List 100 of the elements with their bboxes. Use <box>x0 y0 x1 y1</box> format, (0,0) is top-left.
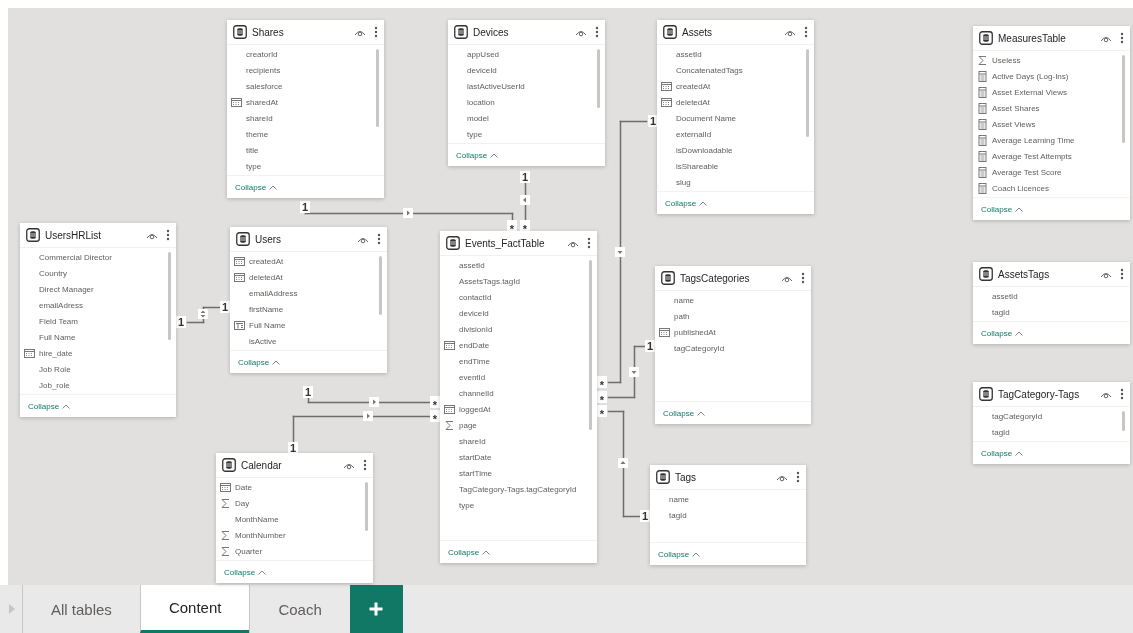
field-name[interactable]: title <box>246 145 259 155</box>
field-name[interactable]: tagId <box>669 510 687 520</box>
field-name[interactable]: firstName <box>249 304 284 314</box>
collapse-button[interactable]: Collapse <box>663 408 706 418</box>
table-card[interactable]: Devices appUsed deviceId lastActiveUserId location model type Collapse <box>448 20 605 166</box>
field-name[interactable]: tagId <box>992 427 1010 437</box>
field-name[interactable]: deletedAt <box>249 272 283 282</box>
field-name[interactable]: isShareable <box>676 161 719 171</box>
field-name[interactable]: TagCategory-Tags.tagCategoryId <box>459 484 577 494</box>
field-name[interactable]: Job_role <box>39 380 70 390</box>
field-name[interactable]: location <box>467 97 495 107</box>
collapse-button[interactable]: Collapse <box>224 567 267 577</box>
field-name[interactable]: assetId <box>676 49 702 59</box>
field-name[interactable]: appUsed <box>467 49 500 59</box>
field-name[interactable]: Field Team <box>39 316 78 326</box>
field-name[interactable]: divisionId <box>459 324 493 334</box>
table-card[interactable]: AssetsTags assetId tagId Collapse <box>973 262 1130 344</box>
field-name[interactable]: lastActiveUserId <box>467 81 525 91</box>
field-name[interactable]: Commercial Director <box>39 252 112 262</box>
field-name[interactable]: type <box>246 161 262 171</box>
field-name[interactable]: ConcatenatedTags <box>676 65 743 75</box>
field-name[interactable]: Direct Manager <box>39 284 94 294</box>
field-name[interactable]: startTime <box>459 468 493 478</box>
field-name[interactable]: Full Name <box>39 332 76 342</box>
field-name[interactable]: hire_date <box>39 348 73 358</box>
field-name[interactable]: tagCategoryId <box>674 343 725 353</box>
field-name[interactable]: name <box>674 295 694 305</box>
field-name[interactable]: assetId <box>459 260 485 270</box>
field-name[interactable]: emailAdress <box>39 300 83 310</box>
field-name[interactable]: Job Role <box>39 364 71 374</box>
table-card[interactable]: TagCategory-Tags tagCategoryId tagId Collapse <box>973 382 1130 464</box>
field-name[interactable]: Average Learning Time <box>992 135 1075 145</box>
field-name[interactable]: Average Test Score <box>992 167 1062 177</box>
field-name[interactable]: creatorId <box>246 49 278 59</box>
field-name[interactable]: Day <box>235 498 250 508</box>
field-name[interactable]: endDate <box>459 340 490 350</box>
field-name[interactable]: Date <box>235 482 252 492</box>
field-name[interactable]: Coach Licences <box>992 183 1049 193</box>
collapse-button[interactable]: Collapse <box>448 547 491 557</box>
field-name[interactable]: Useless <box>992 55 1021 65</box>
field-name[interactable]: Active Days (Log-Ins) <box>992 71 1069 81</box>
field-name[interactable]: recipients <box>246 65 281 75</box>
field-name[interactable]: sharedAt <box>246 97 279 107</box>
field-name[interactable]: eventId <box>459 372 486 382</box>
collapse-button[interactable]: Collapse <box>665 198 708 208</box>
field-name[interactable]: loggedAt <box>459 404 491 414</box>
field-name[interactable]: Quarter <box>235 546 263 556</box>
field-name[interactable]: deletedAt <box>676 97 710 107</box>
field-name[interactable]: shareId <box>246 113 273 123</box>
field-name[interactable]: page <box>459 420 477 430</box>
table-card[interactable]: Users createdAt deletedAt emailAddress firstName Full Name isActive Collapse <box>230 227 387 373</box>
collapse-button[interactable]: Collapse <box>238 357 281 367</box>
collapse-button[interactable]: Collapse <box>981 328 1024 338</box>
field-name[interactable]: assetId <box>992 291 1018 301</box>
table-card[interactable]: Assets assetId ConcatenatedTags createdAt deletedAt Document Name externalId isDownloadable isShareable slug Collapse <box>657 20 814 214</box>
table-card[interactable]: Tags name tagId Collapse <box>650 465 806 565</box>
collapse-button[interactable]: Collapse <box>981 448 1024 458</box>
field-name[interactable]: path <box>674 311 690 321</box>
field-name[interactable]: isDownloadable <box>676 145 733 155</box>
table-card[interactable]: TagsCategories name path publishedAt tagCategoryId Collapse <box>655 266 811 424</box>
field-name[interactable]: model <box>467 113 489 123</box>
collapse-button[interactable]: Collapse <box>981 204 1024 214</box>
table-card[interactable]: MeasuresTable Useless Active Days (Log-Ins) Asset External Views Asset Shares Asset Views Average Learning Time Average Test Attempts Average Test Score Coach Licences Collapse <box>973 26 1130 220</box>
field-name[interactable]: tagCategoryId <box>992 411 1043 421</box>
field-name[interactable]: externalId <box>676 129 712 139</box>
field-name[interactable]: Asset Shares <box>992 103 1040 113</box>
field-name[interactable]: slug <box>676 177 691 187</box>
field-name[interactable]: publishedAt <box>674 327 716 337</box>
field-name[interactable]: channelId <box>459 388 494 398</box>
field-name[interactable]: Asset Views <box>992 119 1036 129</box>
table-card[interactable]: Shares creatorId recipients salesforce sharedAt shareId theme title type Collapse <box>227 20 384 198</box>
field-name[interactable]: Country <box>39 268 67 278</box>
page-tab[interactable]: Content <box>139 585 250 633</box>
field-name[interactable]: type <box>467 129 483 139</box>
field-name[interactable]: startDate <box>459 452 492 462</box>
field-name[interactable]: deviceId <box>467 65 497 75</box>
field-name[interactable]: MonthNumber <box>235 530 286 540</box>
field-name[interactable]: isActive <box>249 336 277 346</box>
collapse-button[interactable]: Collapse <box>235 182 278 192</box>
collapse-button[interactable]: Collapse <box>456 150 499 160</box>
field-name[interactable]: MonthName <box>235 514 279 524</box>
field-name[interactable]: Document Name <box>676 113 737 123</box>
table-card[interactable]: Calendar Date Day MonthName MonthNumber Quarter Collapse <box>216 453 373 583</box>
field-name[interactable]: createdAt <box>676 81 711 91</box>
field-name[interactable]: createdAt <box>249 256 284 266</box>
collapse-button[interactable]: Collapse <box>658 549 701 559</box>
field-name[interactable]: contactId <box>459 292 492 302</box>
collapse-button[interactable]: Collapse <box>28 401 71 411</box>
table-card[interactable]: UsersHRList Commercial Director Country Direct Manager emailAdress Field Team Full Name hire_date Job Role Job_role Collapse <box>20 223 176 417</box>
field-name[interactable]: type <box>459 500 475 510</box>
field-name[interactable]: name <box>669 494 689 504</box>
field-name[interactable]: shareId <box>459 436 486 446</box>
field-name[interactable]: Asset External Views <box>992 87 1067 97</box>
field-name[interactable]: endTime <box>459 356 490 366</box>
field-name[interactable]: salesforce <box>246 81 283 91</box>
field-name[interactable]: tagId <box>992 307 1010 317</box>
field-name[interactable]: AssetsTags.tagId <box>459 276 520 286</box>
field-name[interactable]: emailAddress <box>249 288 298 298</box>
field-name[interactable]: deviceId <box>459 308 489 318</box>
table-card[interactable]: Events_FactTable assetId AssetsTags.tagId contactId deviceId divisionId endDate endTime eventId channelId loggedAt page shareId startDate startTime TagCategory-Tags.tagCategoryId type Collapse <box>440 231 597 563</box>
